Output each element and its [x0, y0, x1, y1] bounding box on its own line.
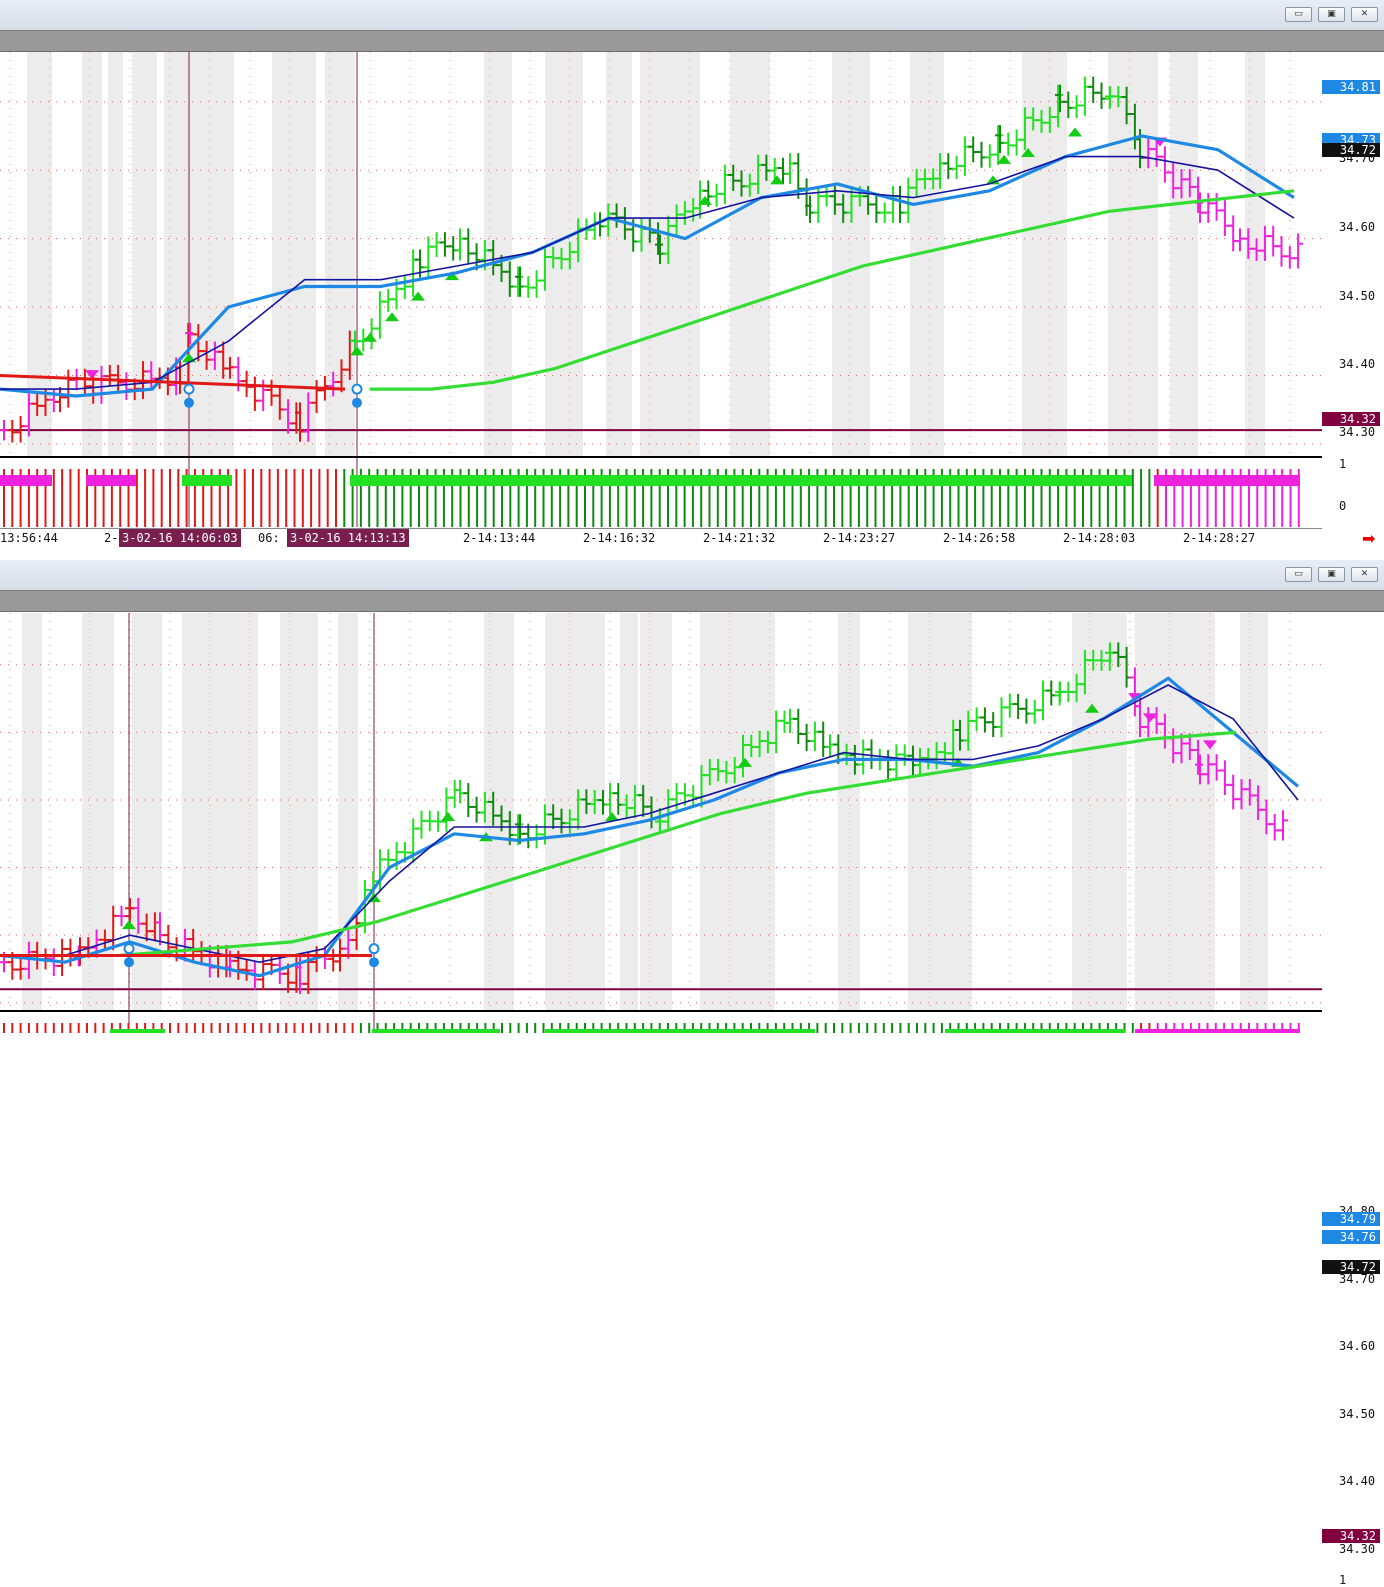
- buy-signal-icon: [385, 312, 399, 322]
- session-shade: [832, 52, 870, 457]
- close-button[interactable]: ✕: [1351, 7, 1378, 22]
- minimize-button[interactable]: ▭: [1285, 567, 1312, 582]
- oscillator-block: [1154, 475, 1300, 486]
- session-shade: [1240, 613, 1268, 1011]
- chart-window-bottom: ▭ ▣ ✕ 34.80 34.70 34.60 34.50 34.40 34.30 34.7…: [0, 560, 1384, 1587]
- session-shade: [908, 613, 972, 1011]
- time-label: 2-14:28:27: [1183, 531, 1256, 545]
- time-label: 13:56:44: [0, 531, 58, 545]
- time-label: 2-14:21:32: [703, 531, 776, 545]
- cursor-marker: [184, 397, 194, 408]
- oscillator-block: [545, 1029, 815, 1033]
- price-badge: 34.76: [1322, 1230, 1380, 1244]
- session-shade: [27, 52, 52, 457]
- session-shade: [484, 52, 512, 457]
- buy-signal-icon: [1068, 127, 1082, 137]
- time-label: 06:: [258, 531, 280, 545]
- oscillator-tick: 1: [1339, 457, 1347, 471]
- buy-signal-icon: [363, 332, 377, 342]
- chart-toolbar-top: [0, 30, 1384, 52]
- time-label: 2-14:16:32: [583, 531, 656, 545]
- cursor-marker: [368, 943, 380, 955]
- oscillator-block: [0, 475, 52, 486]
- cursor-marker: [124, 957, 134, 968]
- cursor-marker: [351, 383, 363, 395]
- session-shade: [164, 52, 234, 457]
- minimize-button[interactable]: ▭: [1285, 7, 1312, 22]
- session-shade: [838, 613, 860, 1011]
- cursor-marker: [369, 957, 379, 968]
- session-shade: [1170, 52, 1198, 457]
- chart-toolbar-bottom: [0, 590, 1384, 612]
- session-shade: [1072, 613, 1127, 1011]
- session-shade: [1135, 613, 1215, 1011]
- price-tick: 34.60: [1339, 220, 1376, 234]
- time-label: 2-: [104, 531, 119, 545]
- price-badge: 34.81: [1322, 80, 1380, 94]
- price-badge: 34.32: [1322, 412, 1380, 426]
- time-label: 2-14:13:44: [463, 531, 536, 545]
- oscillator-block: [86, 475, 136, 486]
- price-tick: 34.40: [1339, 357, 1376, 371]
- price-badge: 34.72: [1322, 1260, 1380, 1274]
- oscillator-block: [1135, 1029, 1300, 1033]
- buy-signal-icon: [770, 175, 784, 185]
- window-titlebar-bottom[interactable]: ▭ ▣ ✕: [0, 560, 1384, 591]
- session-shade: [740, 613, 775, 1011]
- oscillator-block: [182, 475, 232, 486]
- time-label: 2-14:26:58: [943, 531, 1016, 545]
- price-scale-bottom[interactable]: [1322, 613, 1384, 1033]
- session-shade: [132, 52, 157, 457]
- session-shade: [730, 52, 770, 457]
- oscillator-block: [110, 1029, 165, 1033]
- price-badge: 34.72: [1322, 143, 1380, 157]
- price-badge: 34.79: [1322, 1212, 1380, 1226]
- crosshair-time-label: 3-02-16 14:06:03: [119, 529, 241, 547]
- time-label: 2-14:23:27: [823, 531, 896, 545]
- chart-window-top: ▭ ▣ ✕ 34.70 34.60 34.50 34.40 34.30 34.81 34.7…: [0, 0, 1384, 553]
- price-tick: 34.50: [1339, 1407, 1376, 1421]
- price-badge: 34.32: [1322, 1529, 1380, 1543]
- maximize-button[interactable]: ▣: [1318, 567, 1345, 582]
- session-shade: [108, 52, 123, 457]
- oscillator-block: [372, 1029, 500, 1033]
- cursor-marker: [123, 943, 135, 955]
- time-label: 2-14:28:03: [1063, 531, 1136, 545]
- price-tick: 34.40: [1339, 1474, 1376, 1488]
- price-tick: 34.30: [1339, 425, 1376, 439]
- price-chart-bottom[interactable]: [0, 613, 1322, 1033]
- price-tick: 34.50: [1339, 289, 1376, 303]
- maximize-button[interactable]: ▣: [1318, 7, 1345, 22]
- buy-signal-icon: [441, 811, 455, 821]
- oscillator-block: [350, 475, 1132, 486]
- session-shade: [1022, 52, 1067, 457]
- scroll-right-arrow-icon[interactable]: ➡: [1362, 529, 1375, 548]
- oscillator-tick: 0: [1339, 499, 1347, 513]
- session-shade: [1108, 52, 1158, 457]
- price-chart-top[interactable]: [0, 52, 1322, 528]
- window-titlebar-top[interactable]: ▭ ▣ ✕: [0, 0, 1384, 31]
- session-shade: [640, 52, 700, 457]
- price-tick: 34.30: [1339, 1542, 1376, 1556]
- time-axis-top[interactable]: 13:56:44 2- 06: 2-14:13:44 2-14:16:32 2-…: [0, 528, 1322, 547]
- cursor-marker: [352, 397, 362, 408]
- oscillator-tick: 1: [1339, 1573, 1347, 1587]
- price-tick: 34.60: [1339, 1339, 1376, 1353]
- close-button[interactable]: ✕: [1351, 567, 1378, 582]
- price-tick: 34.70: [1339, 1272, 1376, 1286]
- cursor-marker: [183, 383, 195, 395]
- oscillator-block: [945, 1029, 1125, 1033]
- crosshair-time-label: 3-02-16 14:13:13: [287, 529, 409, 547]
